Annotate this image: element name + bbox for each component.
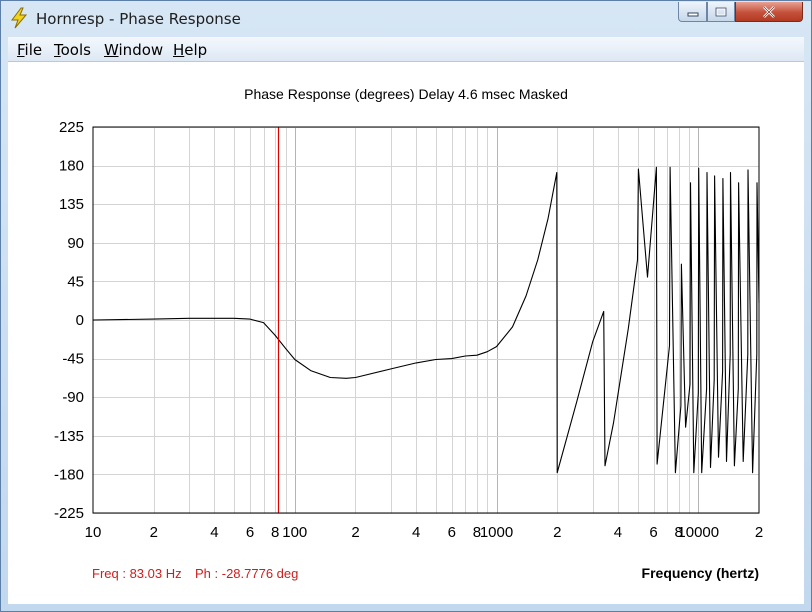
phase-response-chart[interactable]: Phase Response (degrees) Delay 4.6 msec … — [8, 62, 804, 604]
x-tick-label: 4 — [614, 524, 622, 541]
y-tick-label: 45 — [67, 273, 84, 290]
x-tick-label: 6 — [649, 524, 657, 541]
y-tick-label: -225 — [54, 505, 84, 522]
minimize-icon — [687, 12, 698, 16]
y-tick-label: -45 — [62, 351, 84, 368]
x-tick-label: 4 — [210, 524, 218, 541]
x-tick-label: 100 — [282, 524, 307, 541]
x-tick-label: 10000 — [677, 524, 719, 541]
y-tick-label: -90 — [62, 389, 84, 406]
menu-window[interactable]: Window — [104, 41, 163, 59]
window-title: Hornresp - Phase Response — [36, 10, 241, 28]
maximize-icon — [715, 7, 727, 16]
app-window: Hornresp - Phase Response File Tools Win… — [0, 0, 812, 612]
y-tick-label: 225 — [59, 119, 84, 136]
chart-title: Phase Response (degrees) Delay 4.6 msec … — [244, 86, 568, 102]
x-tick-label: 2 — [351, 524, 359, 541]
x-tick-label: 8 — [271, 524, 279, 541]
grid-lines — [93, 127, 759, 514]
menu-bar: File Tools Window Help — [8, 37, 804, 62]
lightning-bolt-icon — [11, 7, 28, 29]
y-tick-label: 180 — [59, 158, 84, 175]
chart-area: Phase Response (degrees) Delay 4.6 msec … — [8, 62, 804, 604]
title-bar[interactable]: Hornresp - Phase Response — [1, 1, 811, 35]
y-tick-label: 135 — [59, 196, 84, 213]
menu-help[interactable]: Help — [173, 41, 207, 59]
maximize-button[interactable] — [707, 2, 735, 22]
x-axis-label: Frequency (hertz) — [642, 565, 759, 581]
menu-tools[interactable]: Tools — [54, 41, 91, 59]
x-tick-labels: 10 2 4 6 8 100 2 4 6 81000 2 4 6 810000 2 — [85, 524, 764, 541]
y-tick-label: 90 — [67, 235, 84, 252]
menu-file[interactable]: File — [17, 41, 42, 59]
x-tick-label: 2 — [150, 524, 158, 541]
x-tick-label: 6 — [246, 524, 254, 541]
x-tick-label: 2 — [755, 524, 763, 541]
close-icon — [763, 5, 775, 18]
x-tick-label: 1000 — [480, 524, 513, 541]
y-tick-label: -180 — [54, 466, 84, 483]
phase-readout: Ph : -28.7776 deg — [195, 566, 298, 581]
x-tick-label: 2 — [553, 524, 561, 541]
close-button[interactable] — [735, 2, 803, 22]
y-tick-labels: 225 180 135 90 45 0 -45 -90 -135 -180 -225 — [54, 119, 84, 522]
y-tick-label: 0 — [76, 312, 84, 329]
x-tick-label: 6 — [448, 524, 456, 541]
y-tick-label: -135 — [54, 428, 84, 445]
x-tick-label: 4 — [412, 524, 420, 541]
x-tick-label: 10 — [85, 524, 102, 541]
freq-readout: Freq : 83.03 Hz — [92, 566, 182, 581]
minimize-button[interactable] — [678, 2, 707, 22]
